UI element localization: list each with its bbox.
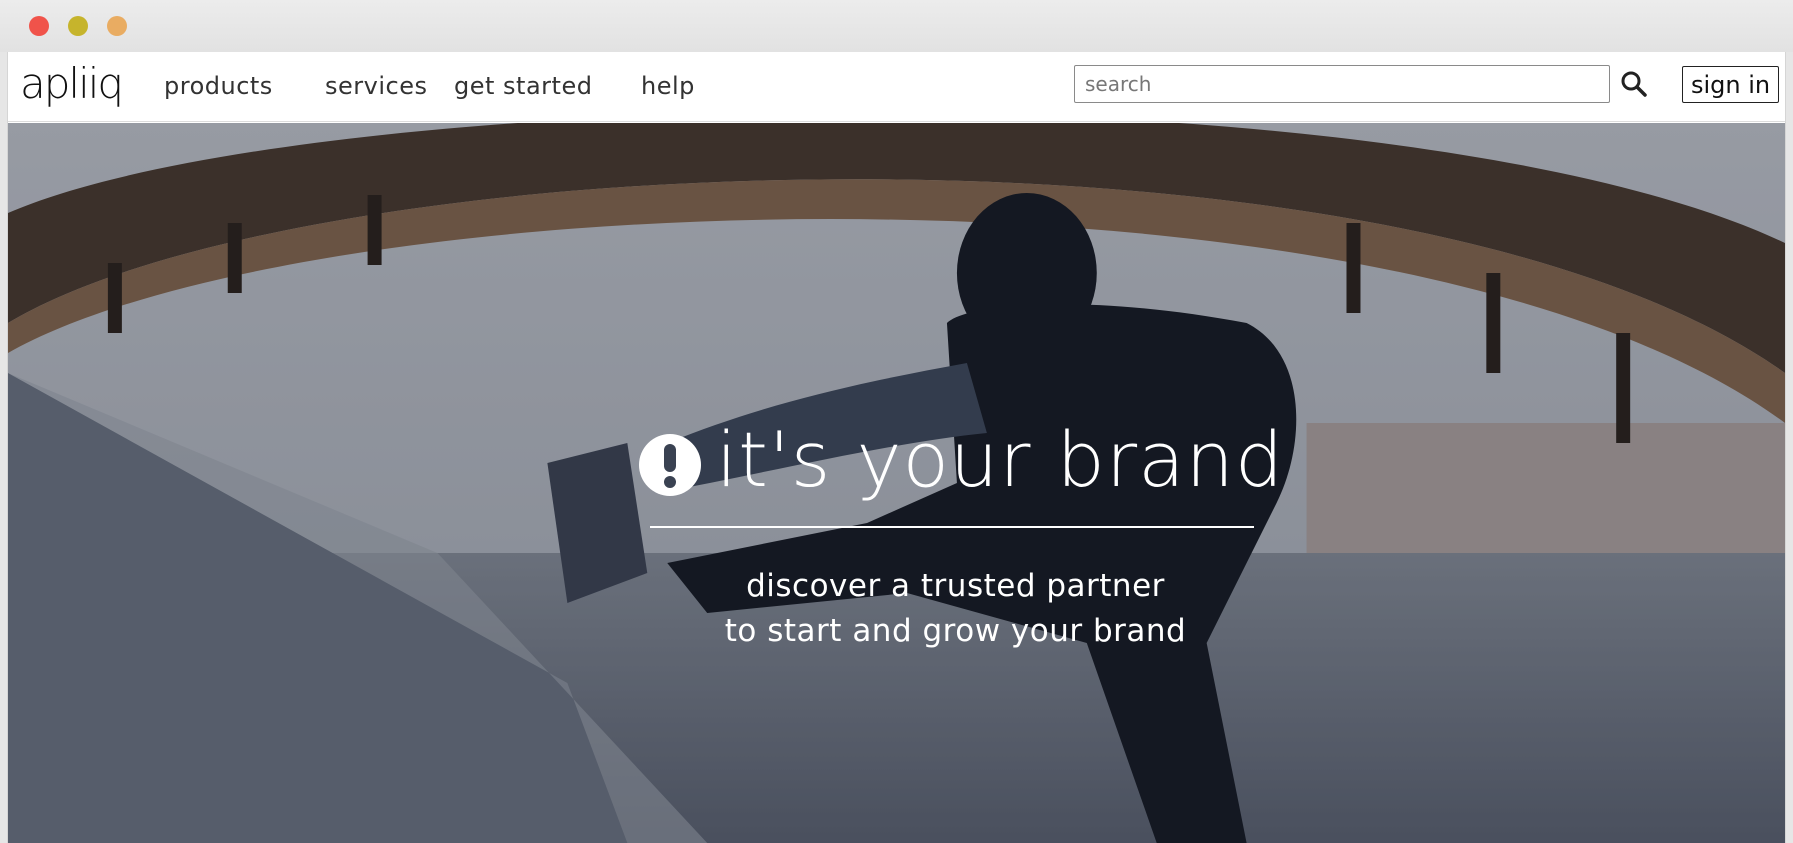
window-maximize-button[interactable] [107,16,127,36]
nav-link-products[interactable]: products [164,72,273,100]
hero-subtitle-line-1: discover a trusted partner [746,568,1165,604]
nav-link-services[interactable]: services [325,72,427,100]
nav-link-get-started[interactable]: get started [454,72,592,100]
window-titlebar [0,0,1793,52]
hero-headline: it's your brand [716,415,1285,504]
hero-subtitle-line-2: to start and grow your brand [724,613,1187,649]
hero-banner: it's your brand discover a trusted partn… [8,123,1785,843]
window-close-button[interactable] [29,16,49,36]
hero-divider [650,526,1254,528]
search-icon[interactable] [1620,70,1648,98]
browser-viewport: apliiq products services get started hel… [7,52,1786,843]
window-minimize-button[interactable] [68,16,88,36]
search-input[interactable] [1074,65,1610,103]
logo-wordmark: apliiq [20,59,124,108]
exclamation-circle-icon [638,433,702,497]
nav-link-help[interactable]: help [641,72,695,100]
sign-in-button[interactable]: sign in [1682,66,1780,103]
top-navbar: apliiq products services get started hel… [8,52,1785,122]
hero-content: it's your brand discover a trusted partn… [8,123,1785,843]
apliiq-logo[interactable]: apliiq [20,59,130,115]
